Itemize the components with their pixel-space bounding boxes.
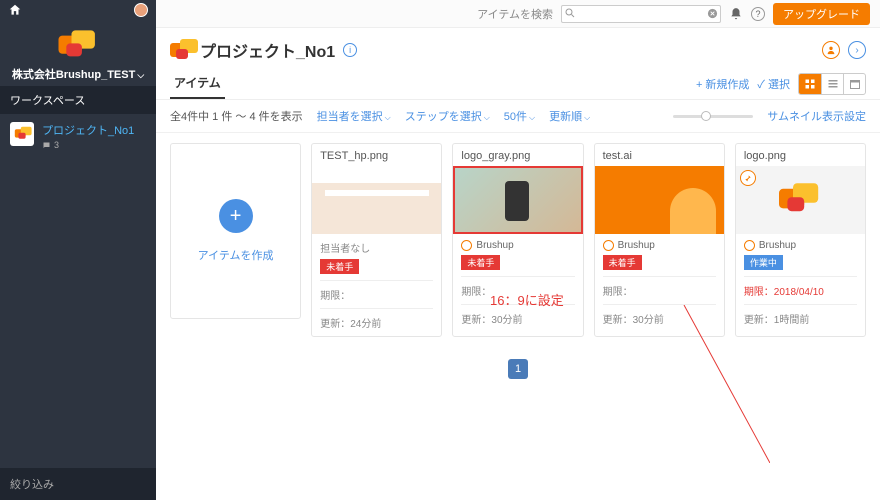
item-title: logo.png	[736, 144, 865, 166]
filter-perpage[interactable]: 50件⌵	[504, 108, 535, 124]
item-thumbnail	[312, 166, 441, 234]
result-count: 全4件中 1 件 ～ 4 件を表示	[170, 108, 303, 124]
thumbnail-settings[interactable]: サムネイル表示設定	[767, 108, 866, 124]
next-button[interactable]: ›	[848, 41, 866, 59]
status-badge: 未着手	[320, 259, 359, 274]
create-item-label: アイテムを作成	[198, 247, 274, 263]
user-avatar[interactable]	[134, 3, 148, 17]
item-due: 期限：2018/04/10	[744, 283, 857, 298]
info-icon[interactable]: i	[343, 43, 357, 57]
sidebar-top	[0, 0, 156, 20]
pager: 1	[156, 347, 880, 391]
home-icon[interactable]	[8, 3, 22, 17]
item-due: 期限：	[461, 283, 574, 298]
item-card[interactable]: test.ai Brushup 未着手期限： 更新：30分前	[594, 143, 725, 337]
project-logo	[170, 39, 192, 61]
status-badge: 作業中	[744, 255, 783, 270]
filters-row: 全4件中 1 件 ～ 4 件を表示 担当者を選択⌵ ステップを選択⌵ 50件⌵ …	[156, 100, 880, 133]
item-card[interactable]: logo_gray.png Brushup 未着手期限： 更新：30分前	[452, 143, 583, 337]
project-comment-count: 3	[42, 140, 134, 150]
pin-icon	[740, 170, 756, 186]
create-item-card[interactable]: + アイテムを作成	[170, 143, 301, 319]
item-grid: + アイテムを作成 TEST_hp.png 担当者なし未着手期限： 更新：24分前 l…	[156, 133, 880, 347]
item-title: TEST_hp.png	[312, 144, 441, 166]
plus-icon[interactable]: +	[219, 199, 253, 233]
item-updated: 更新：30分前	[603, 311, 716, 326]
user-icon	[603, 240, 614, 251]
select-button[interactable]: ✓ 選択	[757, 76, 790, 92]
workspace-logo[interactable]	[0, 20, 156, 66]
item-thumbnail	[736, 166, 865, 234]
filter-bar[interactable]: 絞り込み	[0, 468, 156, 500]
project-name: プロジェクト_No1	[42, 122, 134, 138]
item-due: 期限：	[320, 287, 433, 302]
workspace-section-label: ワークスペース	[0, 86, 156, 114]
view-grid[interactable]	[799, 74, 821, 94]
item-assignee: Brushup	[603, 240, 716, 251]
clear-icon[interactable]	[707, 8, 718, 19]
view-list[interactable]	[821, 74, 843, 94]
item-assignee: Brushup	[461, 240, 574, 251]
help-icon[interactable]: ?	[751, 7, 765, 21]
item-card[interactable]: TEST_hp.png 担当者なし未着手期限： 更新：24分前	[311, 143, 442, 337]
filter-step[interactable]: ステップを選択⌵	[405, 108, 490, 124]
topbar: アイテムを検索 ? アップグレード	[156, 0, 880, 28]
project-thumb	[10, 122, 34, 146]
user-icon	[744, 240, 755, 251]
filter-sort[interactable]: 更新順⌵	[549, 108, 590, 124]
item-thumbnail	[595, 166, 724, 234]
member-avatar[interactable]	[822, 41, 840, 59]
thumbnail-size-slider[interactable]	[673, 115, 753, 118]
search-icon	[564, 7, 576, 19]
item-title: test.ai	[595, 144, 724, 166]
view-calendar[interactable]	[843, 74, 865, 94]
status-badge: 未着手	[461, 255, 500, 270]
user-icon	[461, 240, 472, 251]
new-item-button[interactable]: + 新規作成	[696, 76, 749, 92]
sidebar: 株式会社Brushup_TEST⌵ ワークスペース プロジェクト_No1 3 絞…	[0, 0, 156, 500]
item-card[interactable]: logo.png Brushup 作業中期限：2018/04/10 更新：1時間前	[735, 143, 866, 337]
item-thumbnail	[453, 166, 582, 234]
search-input[interactable]	[561, 5, 721, 23]
bell-icon[interactable]	[729, 7, 743, 21]
item-title: logo_gray.png	[453, 144, 582, 166]
item-updated: 更新：1時間前	[744, 311, 857, 326]
project-header: プロジェクト_No1 i ›	[156, 28, 880, 62]
upgrade-button[interactable]: アップグレード	[773, 3, 870, 25]
item-assignee: Brushup	[744, 240, 857, 251]
page-current[interactable]: 1	[508, 359, 528, 379]
status-badge: 未着手	[603, 255, 642, 270]
comment-icon	[42, 141, 51, 150]
search-label: アイテムを検索	[477, 6, 553, 22]
sidebar-project-item[interactable]: プロジェクト_No1 3	[0, 114, 156, 158]
item-updated: 更新：30分前	[461, 311, 574, 326]
page-title: プロジェクト_No1	[200, 38, 335, 62]
tab-items[interactable]: アイテム	[170, 68, 225, 99]
item-due: 期限：	[603, 283, 716, 298]
view-toggles	[798, 73, 866, 95]
item-updated: 更新：24分前	[320, 315, 433, 330]
workspace-name[interactable]: 株式会社Brushup_TEST⌵	[0, 66, 156, 82]
item-assignee: 担当者なし	[320, 240, 433, 255]
main: アイテムを検索 ? アップグレード プロジェクト_No1 i › アイテム + …	[156, 0, 880, 500]
tabs: アイテム + 新規作成 ✓ 選択	[156, 62, 880, 100]
filter-assignee[interactable]: 担当者を選択⌵	[317, 108, 391, 124]
chevron-down-icon: ⌵	[137, 70, 144, 80]
